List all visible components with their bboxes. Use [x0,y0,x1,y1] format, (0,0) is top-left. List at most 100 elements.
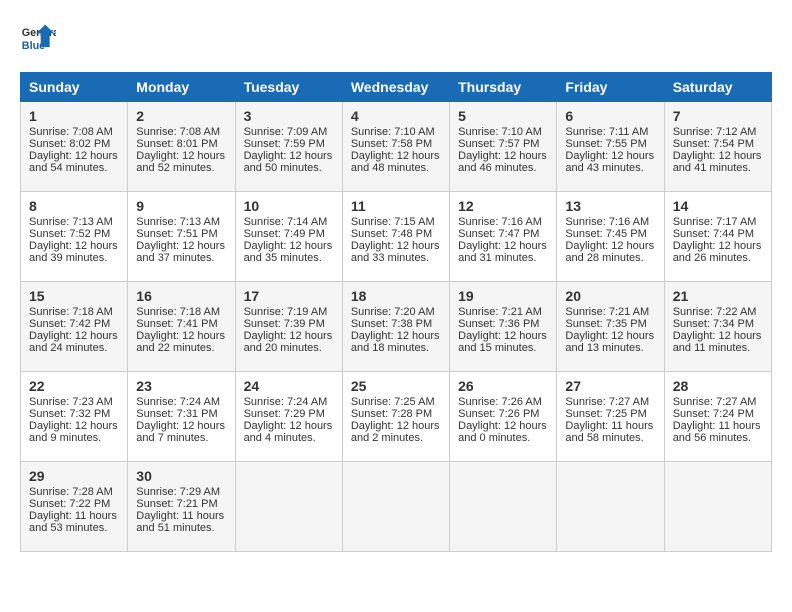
sunset-text: Sunset: 7:51 PM [136,228,217,240]
calendar-cell: 4Sunrise: 7:10 AMSunset: 7:58 PMDaylight… [342,102,449,192]
sunset-text: Sunset: 7:29 PM [244,408,325,420]
daylight-text: Daylight: 11 hours and 56 minutes. [673,420,761,444]
sunset-text: Sunset: 7:31 PM [136,408,217,420]
sunset-text: Sunset: 8:01 PM [136,138,217,150]
sunrise-text: Sunrise: 7:28 AM [29,486,113,498]
calendar-cell: 12 Sunrise: 7:16 AMSunset: 7:47 PMDayligh… [450,192,557,282]
day-number: 17 [244,288,334,304]
day-number: 27 [565,378,655,394]
sunset-text: Sunset: 7:36 PM [458,318,539,330]
calendar-cell: 18Sunrise: 7:20 AMSunset: 7:38 PMDayligh… [342,282,449,372]
logo-icon: General Blue [20,20,56,56]
calendar-cell: 26Sunrise: 7:26 AMSunset: 7:26 PMDayligh… [450,372,557,462]
daylight-text: Daylight: 12 hours and 26 minutes. [673,240,762,264]
calendar-header-row: SundayMondayTuesdayWednesdayThursdayFrid… [21,73,772,102]
daylight-text: Daylight: 12 hours and 48 minutes. [351,150,440,174]
sunset-text: Sunset: 7:22 PM [29,498,110,510]
day-number: 19 [458,288,548,304]
sunrise-text: Sunrise: 7:08 AM [29,126,113,138]
day-number: 23 [136,378,226,394]
day-number: 8 [29,198,119,214]
calendar-week-row: 29Sunrise: 7:28 AMSunset: 7:22 PMDayligh… [21,462,772,552]
calendar-cell: 21Sunrise: 7:22 AMSunset: 7:34 PMDayligh… [664,282,771,372]
weekday-header: Wednesday [342,73,449,102]
sunset-text: Sunset: 7:47 PM [458,228,539,240]
day-number: 7 [673,108,763,124]
day-number: 12 [458,198,548,214]
calendar-week-row: 15Sunrise: 7:18 AMSunset: 7:42 PMDayligh… [21,282,772,372]
sunset-text: Sunset: 7:52 PM [29,228,110,240]
sunset-text: Sunset: 7:39 PM [244,318,325,330]
calendar-cell: 10Sunrise: 7:14 AMSunset: 7:49 PMDayligh… [235,192,342,282]
day-number: 28 [673,378,763,394]
daylight-text: Daylight: 12 hours and 41 minutes. [673,150,762,174]
sunrise-text: Sunrise: 7:26 AM [458,396,542,408]
calendar-cell: 15Sunrise: 7:18 AMSunset: 7:42 PMDayligh… [21,282,128,372]
sunset-text: Sunset: 8:02 PM [29,138,110,150]
daylight-text: Daylight: 12 hours and 52 minutes. [136,150,225,174]
daylight-text: Daylight: 12 hours and 46 minutes. [458,150,547,174]
daylight-text: Daylight: 12 hours and 13 minutes. [565,330,654,354]
calendar-week-row: 1Sunrise: 7:08 AMSunset: 8:02 PMDaylight… [21,102,772,192]
sunrise-text: Sunrise: 7:27 AM [673,396,757,408]
daylight-text: Daylight: 11 hours and 51 minutes. [136,510,224,534]
daylight-text: Daylight: 11 hours and 58 minutes. [565,420,653,444]
day-number: 14 [673,198,763,214]
weekday-header: Thursday [450,73,557,102]
day-number: 2 [136,108,226,124]
calendar-cell: 30Sunrise: 7:29 AMSunset: 7:21 PMDayligh… [128,462,235,552]
daylight-text: Daylight: 12 hours and 2 minutes. [351,420,440,444]
day-number: 20 [565,288,655,304]
calendar-cell [342,462,449,552]
sunset-text: Sunset: 7:34 PM [673,318,754,330]
sunset-text: Sunset: 7:21 PM [136,498,217,510]
daylight-text: Daylight: 12 hours and 20 minutes. [244,330,333,354]
daylight-text: Daylight: 12 hours and 28 minutes. [565,240,654,264]
calendar-body: 1Sunrise: 7:08 AMSunset: 8:02 PMDaylight… [21,102,772,552]
sunrise-text: Sunrise: 7:24 AM [136,396,220,408]
calendar-cell: 8Sunrise: 7:13 AMSunset: 7:52 PMDaylight… [21,192,128,282]
daylight-text: Daylight: 12 hours and 39 minutes. [29,240,118,264]
sunset-text: Sunset: 7:24 PM [673,408,754,420]
calendar-week-row: 8Sunrise: 7:13 AMSunset: 7:52 PMDaylight… [21,192,772,282]
sunrise-text: Sunrise: 7:10 AM [351,126,435,138]
calendar-cell: 17 Sunrise: 7:19 AMSunset: 7:39 PMDayligh… [235,282,342,372]
sunrise-text: Sunrise: 7:08 AM [136,126,220,138]
weekday-header: Friday [557,73,664,102]
day-number: 25 [351,378,441,394]
sunrise-text: Sunrise: 7:16 AM [458,216,542,228]
daylight-text: Daylight: 12 hours and 4 minutes. [244,420,333,444]
day-number: 29 [29,468,119,484]
sunrise-text: Sunrise: 7:19 AM [244,306,328,318]
calendar-cell: 23Sunrise: 7:24 AMSunset: 7:31 PMDayligh… [128,372,235,462]
daylight-text: Daylight: 12 hours and 54 minutes. [29,150,118,174]
sunrise-text: Sunrise: 7:23 AM [29,396,113,408]
sunset-text: Sunset: 7:26 PM [458,408,539,420]
sunrise-text: Sunrise: 7:18 AM [136,306,220,318]
daylight-text: Daylight: 11 hours and 53 minutes. [29,510,117,534]
daylight-text: Daylight: 12 hours and 31 minutes. [458,240,547,264]
calendar-cell: 29 Sunrise: 7:28 AMSunset: 7:22 PMDayligh… [21,462,128,552]
sunrise-text: Sunrise: 7:14 AM [244,216,328,228]
day-number: 5 [458,108,548,124]
calendar-cell: 25Sunrise: 7:25 AMSunset: 7:28 PMDayligh… [342,372,449,462]
calendar-cell: 5Sunrise: 7:10 AMSunset: 7:57 PMDaylight… [450,102,557,192]
sunrise-text: Sunrise: 7:20 AM [351,306,435,318]
day-number: 30 [136,468,226,484]
sunrise-text: Sunrise: 7:21 AM [458,306,542,318]
calendar-table: SundayMondayTuesdayWednesdayThursdayFrid… [20,72,772,552]
calendar-cell: 7Sunrise: 7:12 AMSunset: 7:54 PMDaylight… [664,102,771,192]
day-number: 4 [351,108,441,124]
sunrise-text: Sunrise: 7:11 AM [565,126,648,138]
sunrise-text: Sunrise: 7:13 AM [136,216,220,228]
day-number: 11 [351,198,441,214]
calendar-cell: 13Sunrise: 7:16 AMSunset: 7:45 PMDayligh… [557,192,664,282]
sunset-text: Sunset: 7:41 PM [136,318,217,330]
sunrise-text: Sunrise: 7:16 AM [565,216,649,228]
calendar-cell: 19Sunrise: 7:21 AMSunset: 7:36 PMDayligh… [450,282,557,372]
calendar-cell: 27Sunrise: 7:27 AMSunset: 7:25 PMDayligh… [557,372,664,462]
day-number: 15 [29,288,119,304]
sunset-text: Sunset: 7:49 PM [244,228,325,240]
calendar-cell: 6Sunrise: 7:11 AMSunset: 7:55 PMDaylight… [557,102,664,192]
daylight-text: Daylight: 12 hours and 24 minutes. [29,330,118,354]
